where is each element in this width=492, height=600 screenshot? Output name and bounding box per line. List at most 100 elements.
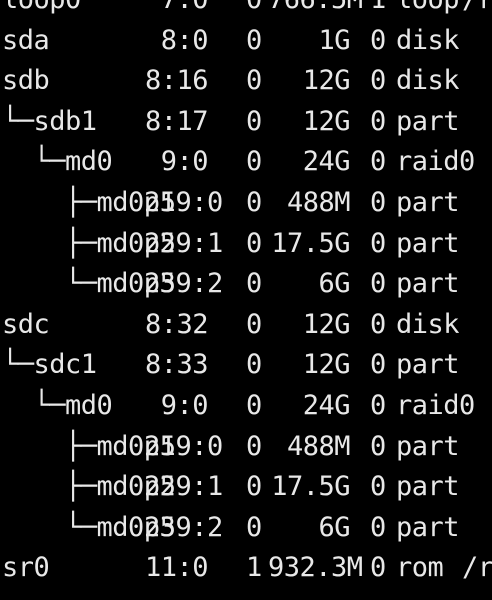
readonly-flag: 0 <box>370 511 386 543</box>
device-type: part <box>396 430 460 462</box>
device-size: 12G <box>302 65 351 97</box>
terminal-line: ├─md0p2 259:1 0 17.5G 0 part <box>0 467 492 508</box>
maj-min: 259:1 <box>144 227 223 259</box>
device-type: part <box>396 186 460 218</box>
readonly-flag: 1 <box>370 0 386 21</box>
device-type: part <box>396 227 460 259</box>
maj-min: 9:0 <box>160 146 209 178</box>
readonly-flag: 0 <box>370 227 386 259</box>
maj-min: 8:17 <box>144 105 209 137</box>
readonly-flag: 0 <box>370 65 386 97</box>
mountpoint: /r <box>462 552 492 584</box>
device-type: rom <box>396 552 444 584</box>
device-type: part <box>396 105 460 137</box>
device-size: 12G <box>302 349 351 381</box>
terminal-line: sda 8:0 0 1G 0 disk <box>0 21 492 62</box>
device-size: 488M <box>286 186 351 218</box>
terminal-line: loop0 7:0 0 766.5M 1 loop/r <box>0 0 492 21</box>
readonly-flag: 0 <box>370 349 386 381</box>
device-name: sdc <box>2 308 50 340</box>
terminal-line: ├─md0p1 259:0 0 488M 0 part <box>0 427 492 468</box>
removable-flag: 0 <box>246 146 262 178</box>
device-size: 12G <box>302 105 351 137</box>
device-type: part <box>396 471 460 503</box>
readonly-flag: 0 <box>370 186 386 218</box>
removable-flag: 1 <box>246 552 262 584</box>
readonly-flag: 0 <box>370 105 386 137</box>
terminal-line: └─md0p3 259:2 0 6G 0 part <box>0 508 492 549</box>
maj-min: 8:16 <box>144 65 209 97</box>
maj-min: 11:0 <box>144 552 209 584</box>
device-size: 12G <box>302 308 351 340</box>
terminal-line: sdc 8:32 0 12G 0 disk <box>0 305 492 346</box>
device-type: raid0 <box>396 389 475 421</box>
device-name: loop0 <box>2 0 81 21</box>
maj-min: 259:0 <box>144 186 223 218</box>
device-size: 488M <box>286 430 351 462</box>
removable-flag: 0 <box>246 268 262 300</box>
readonly-flag: 0 <box>370 308 386 340</box>
readonly-flag: 0 <box>370 552 386 584</box>
maj-min: 7:0 <box>144 0 209 21</box>
removable-flag: 0 <box>246 65 262 97</box>
terminal-line: sdb 8:16 0 12G 0 disk <box>0 61 492 102</box>
device-size: 17.5G <box>271 227 350 259</box>
readonly-flag: 0 <box>370 471 386 503</box>
removable-flag: 0 <box>246 24 262 56</box>
device-size: 932.3M <box>268 552 363 584</box>
maj-min: 259:0 <box>144 430 223 462</box>
device-name: sdb <box>2 65 50 97</box>
maj-min: 8:0 <box>160 24 209 56</box>
device-name: └─md0 <box>2 389 113 421</box>
readonly-flag: 0 <box>370 146 386 178</box>
terminal-line: sr0 11:0 1 932.3M 0 rom/r <box>0 548 492 589</box>
device-type: disk <box>396 65 460 97</box>
maj-min: 9:0 <box>160 389 209 421</box>
removable-flag: 0 <box>246 186 262 218</box>
maj-min: 259:2 <box>144 511 223 543</box>
device-size: 17.5G <box>271 471 350 503</box>
terminal-line: ├─md0p1 259:0 0 488M 0 part <box>0 183 492 224</box>
device-type: loop <box>396 0 460 21</box>
device-type: part <box>396 268 460 300</box>
removable-flag: 0 <box>246 0 262 21</box>
removable-flag: 0 <box>246 105 262 137</box>
device-name: └─sdb1 <box>2 105 97 137</box>
device-size: 766.5M <box>268 0 363 21</box>
removable-flag: 0 <box>246 227 262 259</box>
device-name: sda <box>2 24 50 56</box>
terminal-line: └─sdb1 8:17 0 12G 0 part <box>0 102 492 143</box>
terminal-line: ├─md0p2 259:1 0 17.5G 0 part <box>0 224 492 265</box>
removable-flag: 0 <box>246 471 262 503</box>
mountpoint: /r <box>462 0 492 21</box>
terminal-line: └─md0 9:0 0 24G 0 raid0 <box>0 142 492 183</box>
device-type: part <box>396 349 460 381</box>
device-size: 24G <box>302 146 351 178</box>
terminal-line: └─md0p3 259:2 0 6G 0 part <box>0 264 492 305</box>
maj-min: 8:32 <box>144 308 209 340</box>
readonly-flag: 0 <box>370 24 386 56</box>
readonly-flag: 0 <box>370 389 386 421</box>
terminal-output: loop0 7:0 0 766.5M 1 loop/r sda 8:0 0 1G 0 disk sdb 8… <box>0 0 492 600</box>
device-type: disk <box>396 308 460 340</box>
device-size: 24G <box>302 389 351 421</box>
device-type: raid0 <box>396 146 475 178</box>
readonly-flag: 0 <box>370 430 386 462</box>
removable-flag: 0 <box>246 389 262 421</box>
device-size: 6G <box>318 268 350 300</box>
removable-flag: 0 <box>246 349 262 381</box>
device-size: 6G <box>318 511 350 543</box>
device-name: sr0 <box>2 552 50 584</box>
maj-min: 8:33 <box>144 349 209 381</box>
device-type: part <box>396 511 460 543</box>
removable-flag: 0 <box>246 511 262 543</box>
device-name: └─sdc1 <box>2 349 97 381</box>
terminal-line: └─sdc1 8:33 0 12G 0 part <box>0 345 492 386</box>
removable-flag: 0 <box>246 430 262 462</box>
readonly-flag: 0 <box>370 268 386 300</box>
terminal-line: └─md0 9:0 0 24G 0 raid0 <box>0 386 492 427</box>
device-type: disk <box>396 24 460 56</box>
removable-flag: 0 <box>246 308 262 340</box>
maj-min: 259:1 <box>144 471 223 503</box>
maj-min: 259:2 <box>144 268 223 300</box>
